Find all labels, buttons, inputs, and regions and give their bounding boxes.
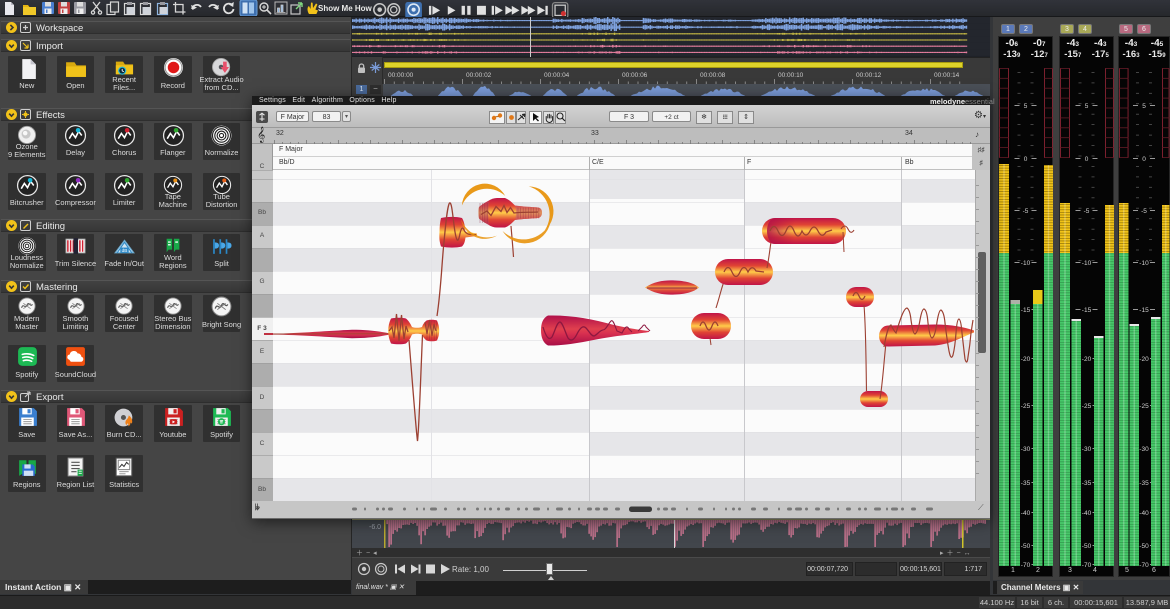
svg-text:-10: -10 bbox=[1021, 260, 1031, 267]
svg-text:-5: -5 bbox=[1084, 208, 1090, 215]
svg-text:-50: -50 bbox=[1139, 543, 1149, 550]
svg-text:-25: -25 bbox=[1139, 403, 1149, 410]
svg-text:-10: -10 bbox=[1082, 260, 1092, 267]
svg-text:5: 5 bbox=[1024, 103, 1028, 110]
svg-text:-5: -5 bbox=[1141, 208, 1147, 215]
svg-text:-30: -30 bbox=[1139, 446, 1149, 453]
svg-text:-10: -10 bbox=[1139, 260, 1149, 267]
svg-text:-20: -20 bbox=[1021, 356, 1031, 363]
svg-text:0: 0 bbox=[1142, 156, 1146, 163]
svg-text:-70: -70 bbox=[1082, 562, 1092, 569]
svg-text:dB: dB bbox=[122, 248, 128, 253]
svg-text:-15: -15 bbox=[1139, 307, 1149, 314]
svg-text:-40: -40 bbox=[1139, 510, 1149, 517]
svg-text:-5: -5 bbox=[1023, 208, 1029, 215]
svg-text:0: 0 bbox=[1024, 156, 1028, 163]
svg-text:-50: -50 bbox=[1021, 543, 1031, 550]
svg-text:-15: -15 bbox=[1021, 307, 1031, 314]
svg-text:-20: -20 bbox=[1139, 356, 1149, 363]
svg-text:0: 0 bbox=[1085, 156, 1089, 163]
svg-text:-20: -20 bbox=[1082, 356, 1092, 363]
svg-text:-35: -35 bbox=[1021, 480, 1031, 487]
svg-text:-15: -15 bbox=[1082, 307, 1092, 314]
svg-text:-35: -35 bbox=[1082, 480, 1092, 487]
svg-text:-40: -40 bbox=[1021, 510, 1031, 517]
svg-text:-40: -40 bbox=[1082, 510, 1092, 517]
svg-text:-35: -35 bbox=[1139, 480, 1149, 487]
svg-text:5: 5 bbox=[1085, 103, 1089, 110]
svg-text:-50: -50 bbox=[1082, 543, 1092, 550]
svg-text:-25: -25 bbox=[1021, 403, 1031, 410]
svg-text:-70: -70 bbox=[1021, 562, 1031, 569]
svg-text:5: 5 bbox=[1142, 103, 1146, 110]
svg-text:-25: -25 bbox=[1082, 403, 1092, 410]
svg-text:-30: -30 bbox=[1082, 446, 1092, 453]
svg-text:-70: -70 bbox=[1139, 562, 1149, 569]
svg-text:-30: -30 bbox=[1021, 446, 1031, 453]
